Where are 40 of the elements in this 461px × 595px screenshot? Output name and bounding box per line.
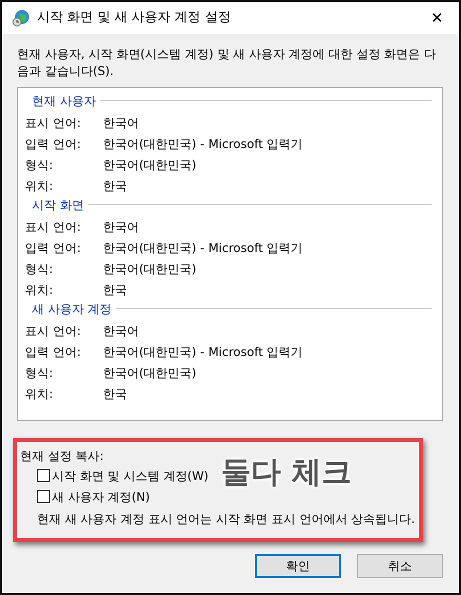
checkbox-label: 새 사용자 계정(N) xyxy=(52,488,150,506)
ok-button[interactable]: 확인 xyxy=(255,554,341,578)
note-text: 현재 새 사용자 계정 표시 언어는 시작 화면 표시 언어에서 상속됩니다. xyxy=(37,511,416,528)
cancel-button[interactable]: 취소 xyxy=(357,554,443,578)
intro-text: 현재 사용자, 시작 화면(시스템 계정) 및 새 사용자 계정에 대한 설정 화면은 다음과 같습니다(S). xyxy=(16,46,437,80)
setting-label: 입력 언어: xyxy=(25,136,82,152)
setting-value: 한국어 xyxy=(103,218,139,236)
globe-icon xyxy=(12,9,30,27)
section-heading: 새 사용자 계정 xyxy=(32,300,112,318)
setting-value: 한국어(대한민국) - Microsoft 입력기 xyxy=(103,240,303,256)
annotation-text: 둘다 체크 xyxy=(221,454,352,492)
setting-value: 한국어 xyxy=(103,322,139,340)
setting-value: 한국어 xyxy=(103,114,139,132)
setting-value: 한국 xyxy=(103,386,127,402)
setting-value: 한국 xyxy=(103,178,127,194)
checkbox[interactable] xyxy=(37,490,50,503)
setting-label: 표시 언어: xyxy=(25,114,82,132)
setting-label: 표시 언어: xyxy=(25,322,82,340)
setting-value: 한국어(대한민국) - Microsoft 입력기 xyxy=(103,136,303,152)
setting-label: 표시 언어: xyxy=(25,218,82,236)
setting-label: 위치: xyxy=(25,282,54,298)
setting-label: 형식: xyxy=(25,260,54,278)
setting-label: 형식: xyxy=(25,364,54,382)
setting-value: 한국어(대한민국) - Microsoft 입력기 xyxy=(103,344,303,360)
setting-label: 위치: xyxy=(25,386,54,402)
checkbox[interactable] xyxy=(37,469,50,482)
close-button[interactable]: ✕ xyxy=(415,2,459,34)
setting-value: 한국어(대한민국) xyxy=(103,156,196,174)
section-heading: 시작 화면 xyxy=(32,196,84,214)
setting-value: 한국어(대한민국) xyxy=(103,260,196,278)
setting-label: 위치: xyxy=(25,178,54,194)
section-heading: 현재 사용자 xyxy=(32,92,96,110)
setting-label: 입력 언어: xyxy=(25,344,82,360)
window-title: 시작 화면 및 새 사용자 계정 설정 xyxy=(37,9,232,28)
setting-label: 형식: xyxy=(25,156,54,174)
setting-value: 한국어(대한민국) xyxy=(103,364,196,382)
checkbox-label: 시작 화면 및 시스템 계정(W) xyxy=(52,468,208,484)
setting-value: 한국 xyxy=(103,282,127,298)
copy-heading: 현재 설정 복사: xyxy=(20,448,105,465)
setting-label: 입력 언어: xyxy=(25,240,82,256)
